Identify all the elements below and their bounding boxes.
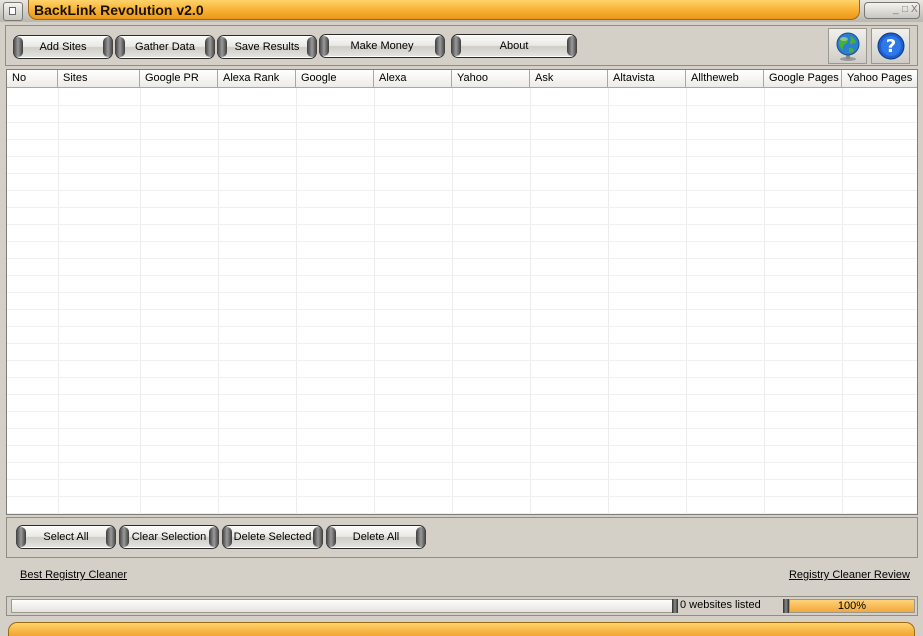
- grid-row-line: [7, 479, 917, 480]
- grid-row-line: [7, 343, 917, 344]
- clear-selection-label: Clear Selection: [131, 531, 207, 543]
- make-money-button[interactable]: Make Money: [319, 34, 445, 58]
- sites-table[interactable]: No Sites Google PR Alexa Rank Google Ale…: [6, 69, 918, 515]
- grid-row-line: [7, 139, 917, 140]
- title-tab: BackLink Revolution v2.0: [28, 0, 860, 20]
- select-all-button[interactable]: Select All: [16, 525, 116, 549]
- grid-row-line: [7, 224, 917, 225]
- grid-row-line: [7, 445, 917, 446]
- grid-row-line: [7, 292, 917, 293]
- column-header-yahoo[interactable]: Yahoo: [452, 70, 530, 88]
- grid-row-line: [7, 275, 917, 276]
- grid-column-line: [374, 88, 375, 514]
- delete-selected-button[interactable]: Delete Selected: [222, 525, 323, 549]
- grid-row-line: [7, 411, 917, 412]
- save-results-label: Save Results: [234, 41, 300, 53]
- grid-column-line: [608, 88, 609, 514]
- best-registry-cleaner-link[interactable]: Best Registry Cleaner: [20, 569, 127, 581]
- column-header-ask[interactable]: Ask: [530, 70, 608, 88]
- add-sites-label: Add Sites: [39, 41, 87, 53]
- websites-count: 0 websites listed: [680, 599, 761, 611]
- grid-row-line: [7, 173, 917, 174]
- grid-row-line: [7, 462, 917, 463]
- make-money-label: Make Money: [350, 40, 414, 52]
- grid-row-line: [7, 309, 917, 310]
- delete-selected-label: Delete Selected: [233, 531, 312, 543]
- grid-row-line: [7, 360, 917, 361]
- save-results-button[interactable]: Save Results: [217, 35, 317, 59]
- column-header-google-pages[interactable]: Google Pages: [764, 70, 842, 88]
- registry-cleaner-review-link[interactable]: Registry Cleaner Review: [789, 569, 910, 581]
- column-header-alltheweb[interactable]: Alltheweb: [686, 70, 764, 88]
- grid-row-line: [7, 258, 917, 259]
- status-bar: 0 websites listed 100%: [6, 596, 918, 616]
- gather-data-button[interactable]: Gather Data: [115, 35, 215, 59]
- grid-row-line: [7, 105, 917, 106]
- table-header: No Sites Google PR Alexa Rank Google Ale…: [7, 70, 917, 88]
- grid-column-line: [530, 88, 531, 514]
- window-icon: [9, 7, 16, 15]
- maximize-button[interactable]: □: [902, 4, 908, 15]
- gather-data-label: Gather Data: [135, 41, 195, 53]
- grid-column-line: [140, 88, 141, 514]
- globe-icon: [836, 32, 859, 61]
- progress-bar: 100%: [789, 599, 915, 613]
- about-button[interactable]: About: [451, 34, 577, 58]
- column-header-google-pr[interactable]: Google PR: [140, 70, 218, 88]
- delete-all-label: Delete All: [352, 531, 400, 543]
- clear-selection-button[interactable]: Clear Selection: [119, 525, 219, 549]
- title-bar: BackLink Revolution v2.0 _ □ X: [0, 0, 923, 22]
- grid-row-line: [7, 377, 917, 378]
- grid-row-line: [7, 326, 917, 327]
- close-button[interactable]: X: [911, 4, 918, 15]
- grid-row-line: [7, 428, 917, 429]
- grid-row-line: [7, 156, 917, 157]
- column-header-sites[interactable]: Sites: [58, 70, 140, 88]
- system-menu-button[interactable]: [3, 2, 23, 21]
- status-track: [11, 599, 676, 613]
- help-glyph: ?: [885, 36, 895, 57]
- grid-column-line: [58, 88, 59, 514]
- grid-column-line: [686, 88, 687, 514]
- help-button[interactable]: ?: [871, 28, 910, 64]
- grid-column-line: [218, 88, 219, 514]
- delete-all-button[interactable]: Delete All: [326, 525, 426, 549]
- progress-percent: 100%: [837, 600, 867, 612]
- grid-column-line: [764, 88, 765, 514]
- grid-row-line: [7, 122, 917, 123]
- table-body[interactable]: [7, 88, 917, 514]
- column-header-google[interactable]: Google: [296, 70, 374, 88]
- help-icon: ?: [877, 32, 904, 60]
- grid-row-line: [7, 241, 917, 242]
- grid-row-line: [7, 394, 917, 395]
- globe-button[interactable]: [828, 28, 867, 64]
- grid-row-line: [7, 190, 917, 191]
- add-sites-button[interactable]: Add Sites: [13, 35, 113, 59]
- grid-column-line: [296, 88, 297, 514]
- status-divider: [672, 599, 678, 613]
- toolbar: Add Sites Gather Data Save Results Make …: [5, 25, 918, 66]
- column-header-no[interactable]: No: [7, 70, 58, 88]
- window-title: BackLink Revolution v2.0: [34, 2, 204, 18]
- window-controls: _ □ X: [864, 2, 920, 19]
- grid-column-line: [452, 88, 453, 514]
- column-header-alexa[interactable]: Alexa: [374, 70, 452, 88]
- minimize-button[interactable]: _: [893, 4, 899, 15]
- select-all-label: Select All: [43, 531, 89, 543]
- grid-column-line: [842, 88, 843, 514]
- grid-row-line: [7, 513, 917, 514]
- column-header-altavista[interactable]: Altavista: [608, 70, 686, 88]
- grid-row-line: [7, 207, 917, 208]
- about-label: About: [499, 40, 529, 52]
- column-header-yahoo-pages[interactable]: Yahoo Pages: [842, 70, 917, 88]
- grid-row-line: [7, 496, 917, 497]
- column-header-alexa-rank[interactable]: Alexa Rank: [218, 70, 296, 88]
- action-bar: Select All Clear Selection Delete Select…: [6, 517, 918, 558]
